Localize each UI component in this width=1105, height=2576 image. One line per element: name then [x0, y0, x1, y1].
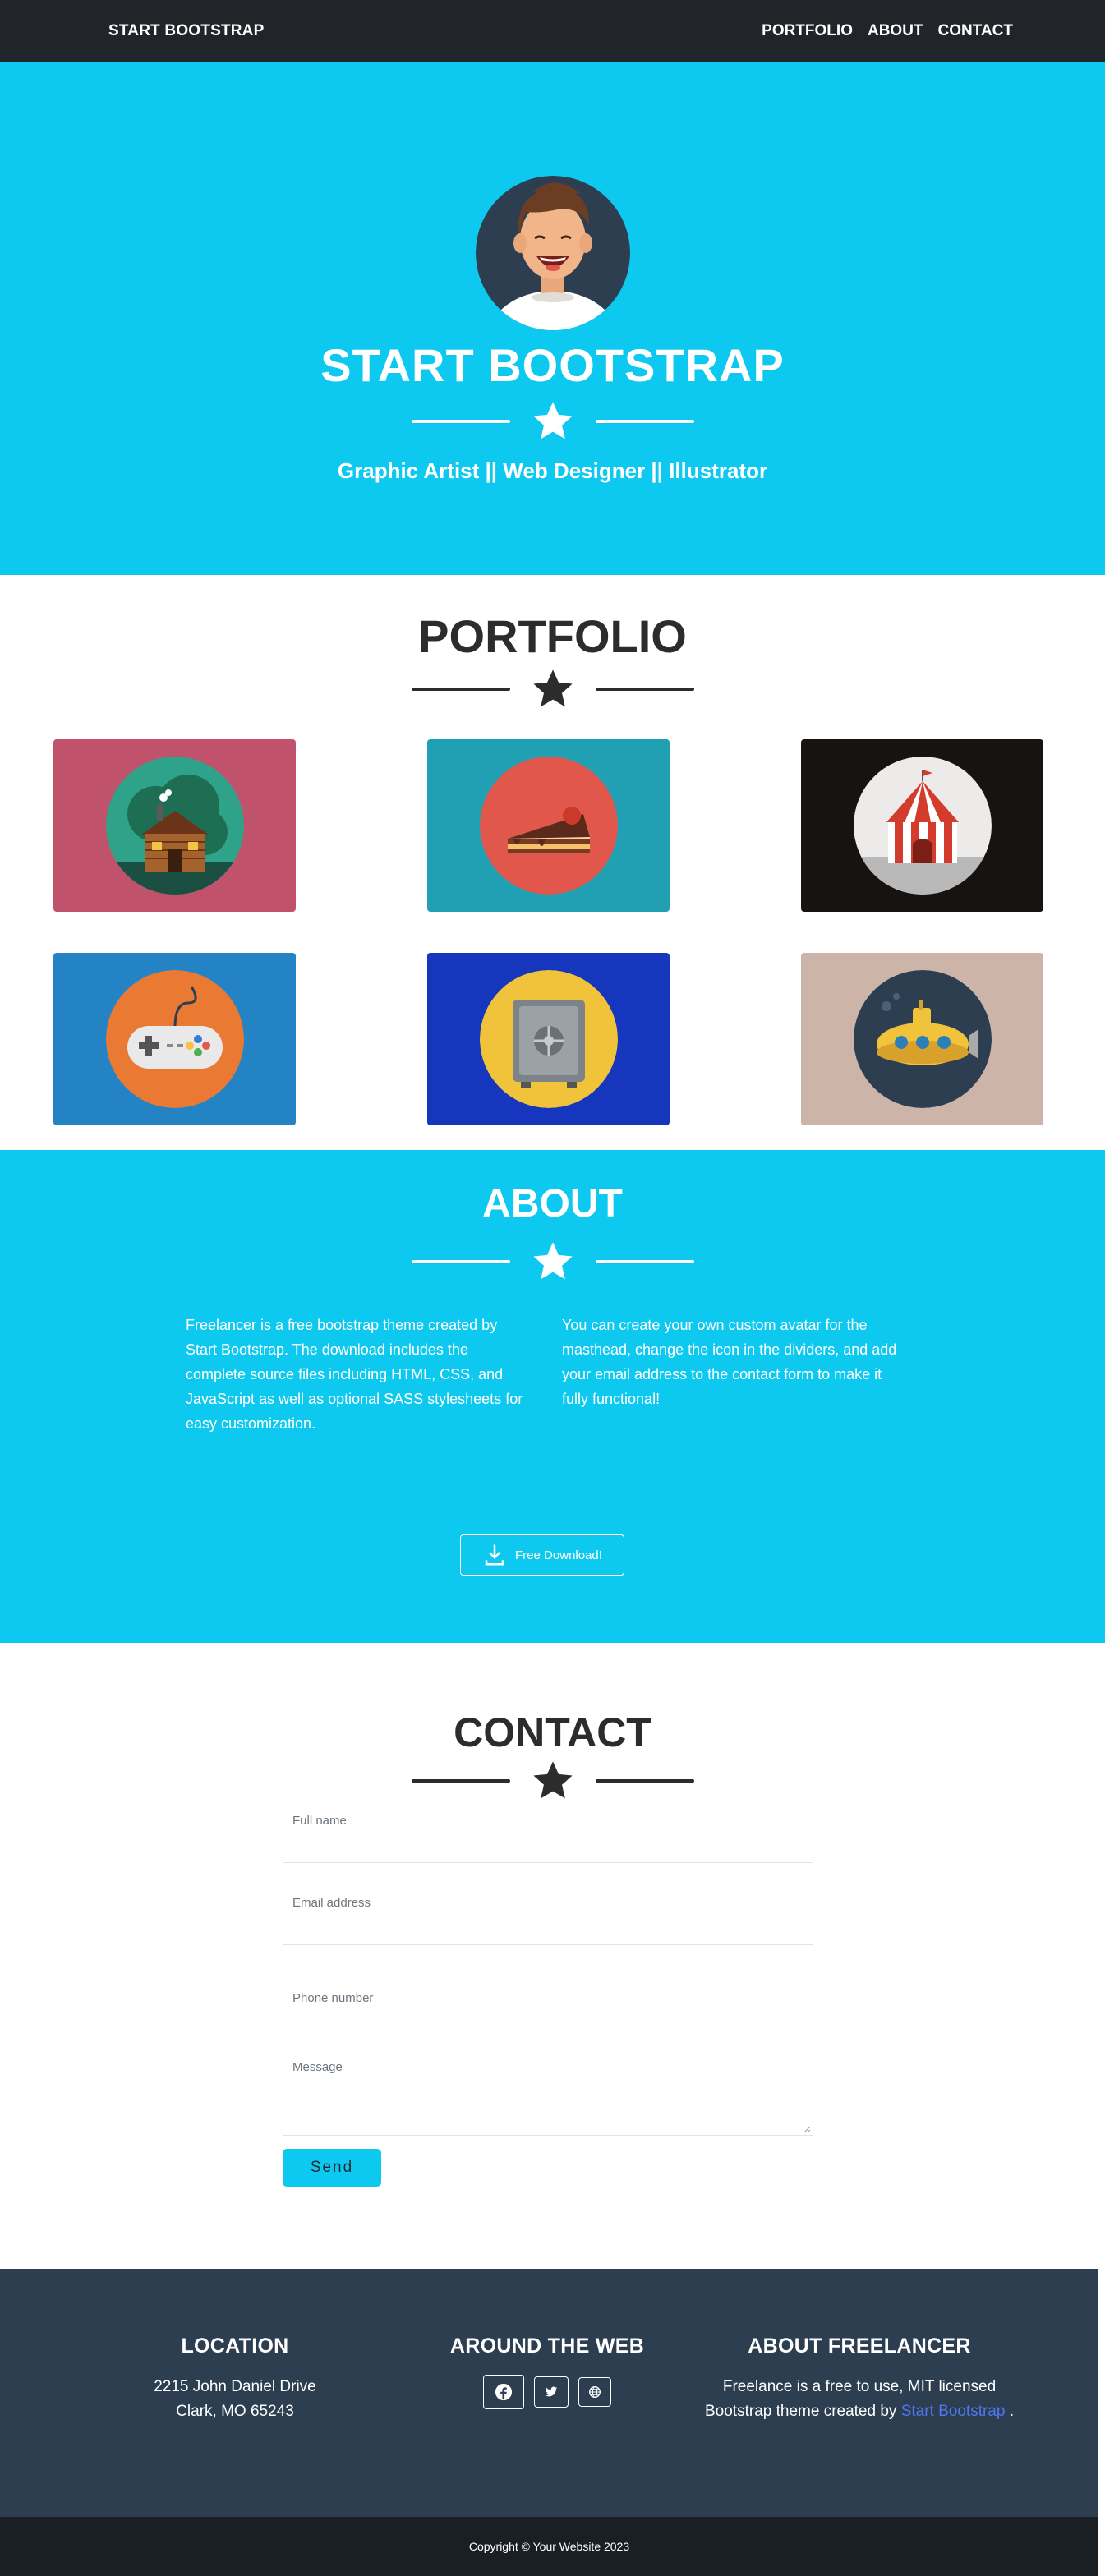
email-placeholder: Email address — [292, 1896, 371, 1910]
copyright-text: Copyright © Your Website 2023 — [468, 2540, 630, 2553]
website-link[interactable] — [578, 2377, 611, 2407]
navbar: START BOOTSTRAP PORTFOLIO ABOUT CONTACT — [0, 0, 1105, 62]
safe-icon — [479, 970, 618, 1108]
address-line-1: 2215 John Daniel Drive — [154, 2378, 316, 2395]
portfolio-grid — [53, 739, 1043, 1125]
about-columns: Freelancer is a free bootstrap theme cre… — [186, 1313, 917, 1436]
footer-about: ABOUT FREELANCER Freelance is a free to … — [695, 2334, 1024, 2424]
divider-line-right — [595, 1259, 694, 1263]
email-field[interactable]: Email address — [283, 1863, 813, 1945]
about-text-right: You can create your own custom avatar fo… — [562, 1317, 897, 1407]
portfolio-section: PORTFOLIO — [0, 575, 1105, 1150]
contact-section: CONTACT Full name Email address Phone nu… — [0, 1643, 1105, 2269]
about-divider — [0, 1240, 1105, 1284]
send-button[interactable]: Send — [283, 2149, 381, 2187]
address-line-2: Clark, MO 65243 — [176, 2403, 294, 2420]
facebook-icon — [495, 2383, 513, 2401]
portfolio-item-safe[interactable] — [427, 953, 670, 1125]
divider-line-left — [411, 1779, 510, 1782]
portfolio-item-cabin[interactable] — [53, 739, 296, 912]
full-name-field[interactable]: Full name — [283, 1807, 813, 1863]
nav-link-contact[interactable]: CONTACT — [938, 22, 1013, 40]
facebook-link[interactable] — [483, 2375, 524, 2409]
message-field[interactable]: Message — [283, 2040, 813, 2136]
about-text-left: Freelancer is a free bootstrap theme cre… — [186, 1317, 523, 1432]
phone-placeholder: Phone number — [292, 1991, 374, 2005]
contact-heading: CONTACT — [454, 1709, 651, 1755]
message-placeholder: Message — [292, 2060, 343, 2074]
footer-around-web: AROUND THE WEB — [383, 2334, 711, 2409]
cabin-icon — [105, 757, 244, 895]
about-freelancer-title: ABOUT FREELANCER — [748, 2334, 971, 2358]
footer-location: LOCATION 2215 John Daniel Drive Clark, M… — [71, 2334, 399, 2424]
about-freelancer-text: Freelance is a free to use, MIT licensed… — [695, 2375, 1024, 2424]
start-bootstrap-link[interactable]: Start Bootstrap — [901, 2403, 1006, 2420]
masthead: START BOOTSTRAP Graphic Artist || Web De… — [0, 62, 1105, 575]
divider-line-right — [595, 1779, 694, 1782]
divider-line-left — [411, 1259, 510, 1263]
resize-handle-icon[interactable] — [803, 2125, 811, 2133]
phone-field[interactable]: Phone number — [283, 1945, 813, 2040]
divider-line-right — [595, 687, 694, 691]
divider-line-left — [411, 687, 510, 691]
contact-divider — [0, 1759, 1105, 1803]
portfolio-item-cake[interactable] — [427, 739, 670, 912]
masthead-subtitle: Graphic Artist || Web Designer || Illust… — [337, 458, 768, 483]
twitter-icon — [545, 2386, 558, 2397]
circus-tent-icon — [853, 757, 992, 895]
about-freelancer-end: . — [1009, 2403, 1014, 2420]
portfolio-item-submarine[interactable] — [801, 953, 1043, 1125]
free-download-button[interactable]: Free Download! — [460, 1534, 624, 1576]
brand-link[interactable]: START BOOTSTRAP — [108, 22, 264, 40]
portfolio-item-game[interactable] — [53, 953, 296, 1125]
twitter-link[interactable] — [534, 2376, 569, 2408]
full-name-placeholder: Full name — [292, 1814, 347, 1828]
masthead-title: START BOOTSTRAP — [320, 339, 785, 391]
copyright-bar: Copyright © Your Website 2023 — [0, 2517, 1098, 2576]
star-icon — [532, 1761, 573, 1799]
location-title: LOCATION — [181, 2334, 289, 2358]
portfolio-divider — [0, 667, 1105, 711]
about-heading: ABOUT — [482, 1182, 623, 1226]
portfolio-heading: PORTFOLIO — [418, 610, 687, 662]
footer: LOCATION 2215 John Daniel Drive Clark, M… — [0, 2269, 1098, 2517]
star-icon — [532, 1242, 573, 1280]
game-controller-icon — [105, 970, 244, 1108]
download-icon — [485, 1544, 504, 1566]
star-icon — [532, 669, 573, 706]
free-download-label: Free Download! — [515, 1548, 602, 1562]
star-icon — [532, 401, 573, 439]
cake-icon — [479, 757, 618, 895]
portfolio-item-circus[interactable] — [801, 739, 1043, 912]
location-address: 2215 John Daniel Drive Clark, MO 65243 — [71, 2375, 399, 2424]
avatar — [475, 176, 630, 330]
globe-icon — [589, 2386, 601, 2398]
social-links — [383, 2375, 711, 2409]
divider-line-right — [595, 419, 694, 423]
masthead-divider — [411, 399, 694, 444]
about-section: ABOUT Freelancer is a free bootstrap the… — [0, 1150, 1105, 1643]
contact-form: Full name Email address Phone number Mes… — [283, 1807, 813, 2187]
nav-link-portfolio[interactable]: PORTFOLIO — [762, 22, 853, 40]
nav-links: PORTFOLIO ABOUT CONTACT — [762, 22, 1013, 40]
nav-link-about[interactable]: ABOUT — [868, 22, 923, 40]
avatar-icon — [475, 176, 630, 330]
divider-line-left — [411, 419, 510, 423]
submarine-icon — [853, 970, 992, 1108]
around-web-title: AROUND THE WEB — [449, 2334, 645, 2358]
